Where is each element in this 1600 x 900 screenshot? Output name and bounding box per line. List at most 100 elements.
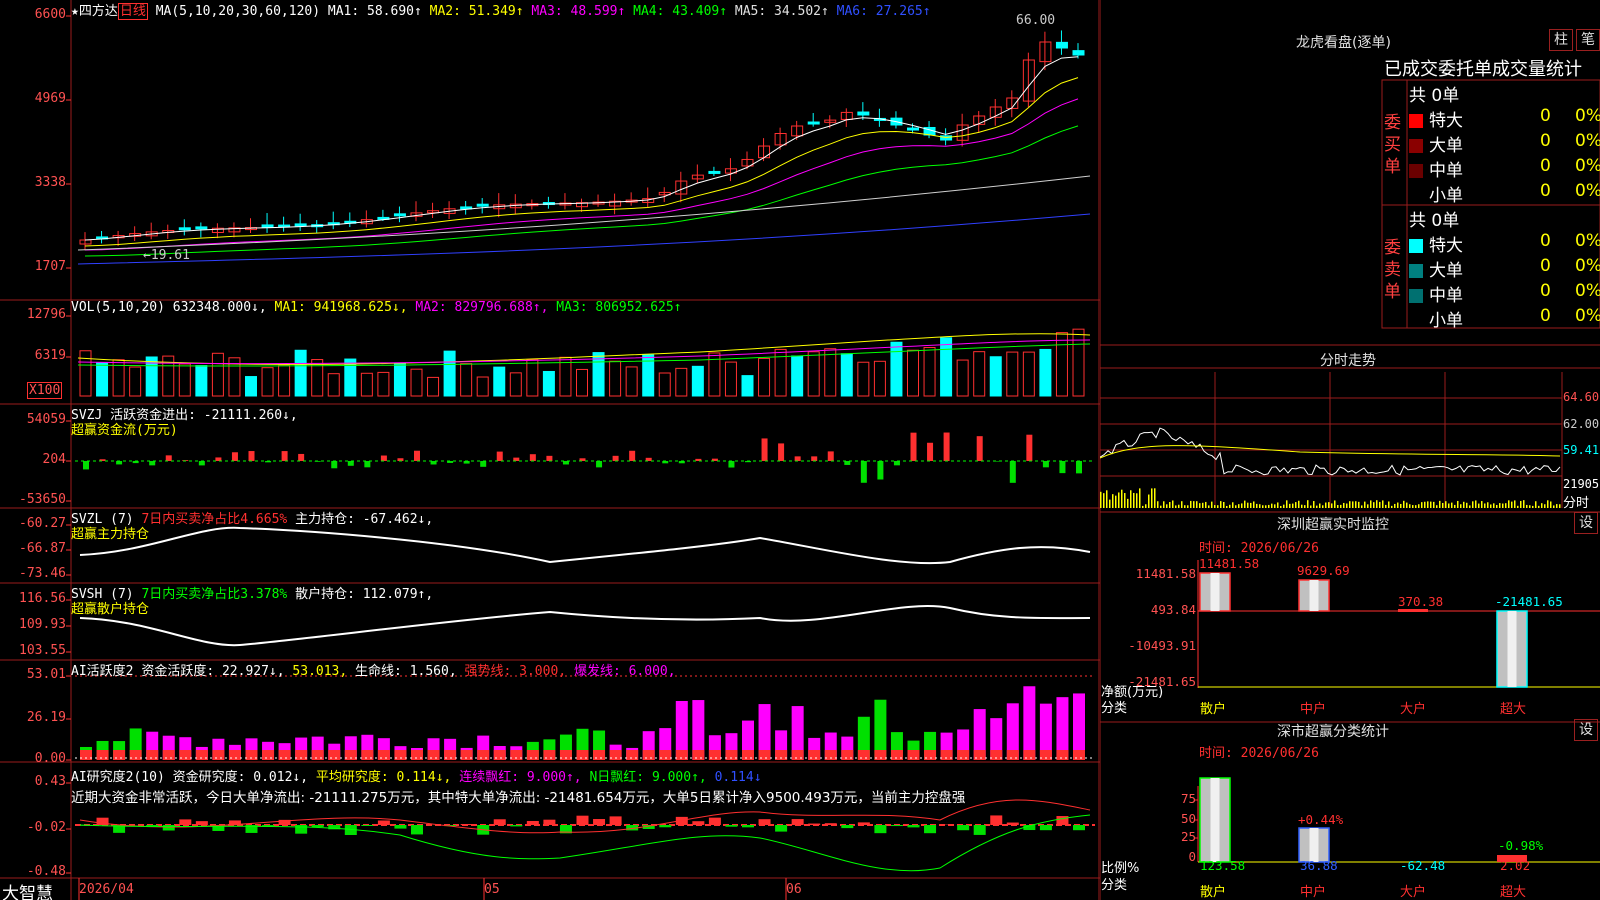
tick-view-button[interactable]: 笔 — [1576, 29, 1600, 51]
super-large-swatch — [1409, 114, 1423, 128]
ma-header: ★四方达 日线 MA(5,10,20,30,60,120) MA1: 58.690… — [71, 0, 931, 20]
intraday-volume-bar — [1115, 495, 1117, 508]
intraday-unit: 分时 — [1563, 496, 1590, 511]
intraday-volume-bar — [1295, 502, 1297, 508]
intraday-volume-bar — [1157, 501, 1159, 508]
fund-flow-bar — [629, 450, 636, 461]
bar-view-button[interactable]: 柱 — [1549, 29, 1573, 51]
buy-count: 0 — [1540, 156, 1551, 176]
research-bar — [758, 819, 771, 825]
sell-pct: 0% — [1575, 256, 1600, 276]
fund-flow-bar — [215, 457, 222, 461]
intraday-volume-bar — [1103, 493, 1105, 508]
monitor-bar — [1398, 609, 1428, 612]
intraday-volume-bar — [1220, 501, 1222, 508]
volume-bar — [956, 359, 969, 397]
row-label: 中单 — [1429, 286, 1463, 306]
intraday-volume-bar — [1286, 500, 1288, 508]
intraday-volume-bar — [1487, 502, 1489, 508]
fund-flow-bar — [513, 457, 520, 461]
candle-body — [907, 127, 919, 131]
volume-bar — [526, 359, 539, 397]
svzj-subtitle: 超赢资金流(万元) — [71, 423, 178, 438]
sz-monitor-settings-button[interactable]: 设 — [1574, 512, 1598, 534]
intraday-volume-bar — [1268, 504, 1270, 508]
volume-bar — [493, 366, 506, 397]
intraday-volume-bar — [1217, 505, 1219, 508]
sz-cat-label: 散户 — [1200, 702, 1227, 717]
sz-class-axis-title: 分类 — [1101, 878, 1128, 893]
volume-bar — [427, 376, 440, 397]
volume-bar — [989, 356, 1002, 397]
candle-body — [857, 111, 870, 116]
intraday-volume-bar — [1226, 505, 1228, 508]
fund-flow-bar — [893, 461, 900, 466]
dragon-tiger-title: 龙虎看盘(逐单) — [1296, 35, 1391, 51]
research-bar — [907, 825, 920, 828]
intraday-volume-bar — [1496, 504, 1498, 508]
sz-class-value: 123.58 — [1200, 858, 1246, 873]
monitor-bar-highlight — [1210, 573, 1220, 611]
intraday-volume-bar — [1142, 505, 1144, 508]
volume-bar — [460, 363, 473, 397]
period-label[interactable]: 日线 — [117, 3, 148, 20]
activity-base-bar — [262, 750, 275, 760]
intraday-volume-bar — [1481, 501, 1483, 508]
intraday-volume-bar — [1472, 501, 1474, 508]
intraday-volume-bar — [1298, 500, 1300, 508]
kline-chart-canvas[interactable] — [0, 0, 1100, 900]
intraday-volume-bar — [1133, 492, 1135, 508]
kline-chart-area[interactable]: ★四方达 日线 MA(5,10,20,30,60,120) MA1: 58.690… — [0, 0, 1100, 900]
volume-bar — [245, 376, 257, 397]
sz-class-value: 2.02 — [1500, 858, 1531, 873]
intraday-volume-bar — [1316, 505, 1318, 508]
favorite-star-icon[interactable]: ★ — [71, 4, 79, 19]
research-bar — [179, 819, 192, 825]
intraday-volume-bar — [1415, 505, 1417, 508]
intraday-volume-bar — [1358, 501, 1360, 508]
intraday-volume-bar — [1238, 504, 1240, 508]
intraday-volume-bar — [1385, 504, 1387, 508]
sz-class-pct-super: -0.98% — [1498, 838, 1544, 853]
research-bar — [411, 825, 423, 835]
ai-research-value: 资金研究度: 0.012↓, — [172, 770, 309, 785]
sz-cat-label: 中户 — [1300, 702, 1327, 717]
high-price-marker: 66.00 — [1016, 13, 1056, 28]
ai2-name: AI活跃度2 — [71, 664, 134, 679]
fund-flow-bar — [761, 438, 768, 461]
intraday-volume-bar — [1193, 501, 1195, 508]
candle-body — [393, 213, 406, 217]
research-bar — [890, 825, 903, 827]
intraday-volume-bar — [1274, 504, 1276, 508]
intraday-volume-bar — [1406, 502, 1408, 508]
intraday-volume-bar — [1466, 502, 1468, 508]
activity-base-bar — [162, 750, 175, 760]
intraday-volume-bar — [1259, 504, 1261, 508]
intraday-volume-bar — [1163, 501, 1165, 508]
sell-row-super: 特大 — [1409, 231, 1463, 256]
sz-class-time: 时间: 2026/06/26 — [1199, 746, 1319, 761]
fund-flow-bar — [331, 461, 338, 469]
fund-flow-bar — [430, 461, 437, 465]
intraday-volume-bar — [1331, 503, 1333, 508]
research-bar — [874, 825, 887, 834]
research-bar — [526, 820, 539, 825]
ai2-header: AI活跃度2 资金活跃度: 22.927↓, 53.013, 生命线: 1.56… — [71, 660, 676, 679]
candle-body — [294, 223, 307, 227]
intraday-volume-bar — [1379, 501, 1381, 508]
research-bar — [824, 823, 837, 825]
sz-class-settings-button[interactable]: 设 — [1574, 719, 1598, 741]
monitor-bar-highlight — [1210, 778, 1220, 862]
research-bar — [857, 822, 870, 825]
intraday-volume-bar — [1148, 494, 1150, 508]
intraday-volume-bar — [1391, 505, 1393, 508]
right-sidebar-canvas — [1100, 0, 1600, 900]
intraday-volume-bar — [1229, 504, 1231, 508]
intraday-volume-bar — [1364, 501, 1366, 508]
intraday-volume-bar — [1199, 503, 1201, 508]
ai-research-axis-label: -0.02 — [26, 820, 66, 835]
intraday-volume-bar — [1130, 490, 1132, 508]
intraday-volume-bar — [1412, 505, 1414, 508]
ma5-value: MA5: 34.502↑ — [734, 4, 829, 19]
intraday-volume-bar — [1529, 505, 1531, 508]
